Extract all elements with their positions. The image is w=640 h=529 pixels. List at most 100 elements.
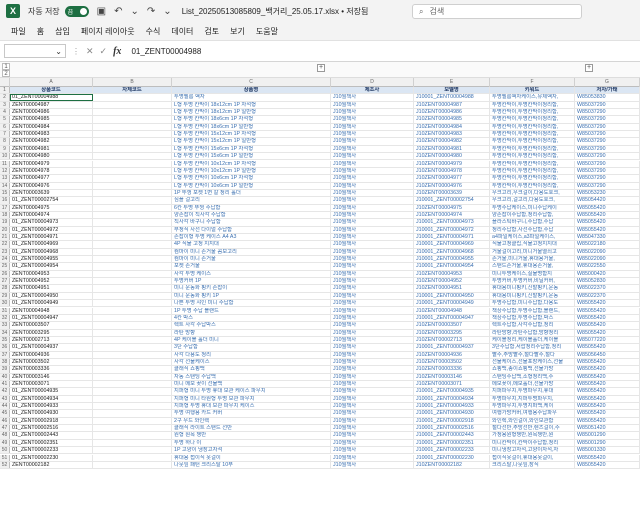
cell[interactable]: W85055420 — [575, 344, 640, 351]
cell[interactable]: L형 투명 칸막이 10x6cm 1P 자석형 — [172, 175, 331, 182]
cell[interactable] — [93, 109, 172, 116]
cell[interactable]: J10ZENT00002182 — [414, 461, 490, 469]
cell[interactable]: W85056450 — [575, 351, 640, 358]
cell[interactable]: J10월책사 — [331, 226, 414, 233]
column-header[interactable]: G — [575, 78, 640, 87]
cell[interactable] — [93, 241, 172, 248]
redo-icon[interactable]: ↷ — [147, 6, 155, 17]
cell[interactable]: J10월책사 — [331, 94, 414, 101]
cell[interactable]: J10ZENT00004978 — [414, 167, 490, 175]
cell[interactable] — [93, 381, 172, 388]
row-number[interactable]: 48 — [0, 432, 10, 439]
cell[interactable]: J10월책사 — [331, 145, 414, 153]
cell[interactable]: J10ZENT00004985 — [414, 116, 490, 123]
row-number[interactable]: 18 — [0, 211, 10, 219]
cell[interactable]: 키워드 — [490, 87, 575, 94]
cell[interactable] — [93, 160, 172, 167]
cell[interactable]: 1P 뚜껑 포켓 1면 칼 정리 홀더 — [172, 189, 331, 197]
cell[interactable]: 미니 운동화 핑키 1P — [172, 292, 331, 300]
cell[interactable]: W85055420 — [575, 314, 640, 322]
cell[interactable]: 01_ZENT00002233 — [10, 447, 93, 454]
cell[interactable]: J10월책사 — [331, 116, 414, 123]
cell[interactable]: W85055420 — [575, 388, 640, 395]
cell[interactable]: J10월책사 — [331, 403, 414, 410]
cell[interactable]: 01_ZENT00004950 — [10, 292, 93, 300]
cell[interactable]: 지퍼형 미니 타원형 투명 보관 파우치 — [172, 395, 331, 403]
cell[interactable]: 01_ZENT00004954 — [10, 263, 93, 270]
cell[interactable]: 거울걸이고리,미니거울열쇠고 — [490, 248, 575, 256]
cell[interactable]: W85022370 — [575, 285, 640, 292]
cell[interactable]: 가정용원형쟁반,원목쟁반,원 — [490, 432, 575, 439]
ribbon-tab[interactable]: 홈 — [37, 26, 44, 37]
cell[interactable]: W85055420 — [575, 300, 640, 307]
cell[interactable]: 01_ZENT00004934 — [10, 395, 93, 403]
row-number[interactable]: 47 — [0, 425, 10, 432]
cell[interactable]: J10월책사 — [331, 410, 414, 417]
cell[interactable]: 2구 우드 와인렉 — [172, 417, 331, 425]
cell[interactable]: 미니 운동화 핑키 손잡이 — [172, 285, 331, 292]
cell[interactable]: ZENT00003071 — [10, 381, 93, 388]
cell[interactable]: 투명칸막이,투명칸막이정리함, — [490, 123, 575, 131]
cell[interactable]: J10ZENT00004979 — [414, 160, 490, 167]
cell[interactable]: J10월책사 — [331, 278, 414, 285]
cell[interactable]: 모델명 — [414, 87, 490, 94]
cell[interactable]: L형 투명 칸막이 10x6cm 1P 일반형 — [172, 182, 331, 189]
cell[interactable]: 철다선반,주방선반,렌즈걸이,수 — [490, 425, 575, 432]
cell[interactable]: 심플 걸고리 — [172, 197, 331, 204]
cell[interactable]: ZENT00004987 — [10, 101, 93, 109]
cell[interactable]: 01_ZENT00002351 — [10, 439, 93, 447]
cell[interactable]: J10월책사 — [331, 381, 414, 388]
cell[interactable]: J10ZENT00003639 — [414, 189, 490, 197]
cell[interactable]: J10001_ZENT00004933 — [414, 403, 490, 410]
cell[interactable]: J10001_ZENT00004955 — [414, 256, 490, 263]
cell[interactable] — [93, 322, 172, 329]
cell[interactable]: J10월책사 — [331, 447, 414, 454]
cell[interactable] — [93, 248, 172, 256]
cell[interactable]: 라탄 방향 — [172, 329, 331, 336]
row-number[interactable]: 38 — [0, 358, 10, 366]
cell[interactable]: J10월책사 — [331, 160, 414, 167]
cell[interactable]: J10월책사 — [331, 329, 414, 336]
cell[interactable]: 제조사 — [331, 87, 414, 94]
cell[interactable]: 상품명 — [172, 87, 331, 94]
chevron-down-icon[interactable]: ⌄ — [55, 47, 62, 56]
cell[interactable]: 01_ZENT00002443 — [10, 432, 93, 439]
ribbon-tab[interactable]: 검토 — [204, 26, 219, 37]
cell[interactable]: J10ZENT00004974 — [414, 211, 490, 219]
cell[interactable]: J10ZENT00004983 — [414, 131, 490, 138]
cell[interactable]: 부정식 사선 다이얼 수납함 — [172, 226, 331, 233]
cell[interactable] — [93, 417, 172, 425]
ribbon-tab[interactable]: 페이지 레이아웃 — [81, 26, 135, 37]
undo-icon[interactable]: ↶ — [114, 6, 122, 17]
cell[interactable]: J10001_ZENT00002516 — [414, 425, 490, 432]
cell[interactable]: 나쁜 투명 샤인 미니 수납함 — [172, 300, 331, 307]
cell[interactable]: ZENT00004983 — [10, 131, 93, 138]
cell[interactable]: 01_ZENT00002754 — [10, 197, 93, 204]
cell[interactable]: W85054420 — [575, 197, 640, 204]
cell[interactable]: ZENT00004978 — [10, 167, 93, 175]
outline-expand-button[interactable]: + — [585, 64, 593, 72]
cell[interactable]: 4칸 박스 — [172, 314, 331, 322]
cell[interactable]: W85077220 — [575, 336, 640, 344]
cell[interactable]: W85037290 — [575, 153, 640, 160]
row-number[interactable]: 34 — [0, 329, 10, 336]
cell[interactable] — [93, 351, 172, 358]
cell[interactable]: J10월책사 — [331, 109, 414, 116]
cell[interactable]: 투명칸막이,투명칸막이정리함, — [490, 131, 575, 138]
cell[interactable]: 쇼핑백,종이쇼핑백,선물가방 — [490, 366, 575, 373]
cell[interactable]: 투명파우치,지퍼투명파우치, — [490, 395, 575, 403]
cell[interactable] — [93, 263, 172, 270]
cell[interactable]: J10ZENT00004981 — [414, 145, 490, 153]
cell[interactable] — [93, 373, 172, 380]
cell[interactable]: 우크고리,우크걸이,다용도호크, — [490, 189, 575, 197]
cell[interactable]: ZENT00004985 — [10, 116, 93, 123]
row-number[interactable]: 25 — [0, 263, 10, 270]
cell[interactable]: J10월책사 — [331, 336, 414, 344]
cell[interactable] — [93, 366, 172, 373]
row-number[interactable]: 35 — [0, 336, 10, 344]
cell[interactable]: 01_ZENT00004935 — [10, 388, 93, 395]
cell[interactable]: W85052830 — [575, 278, 640, 285]
row-number[interactable]: 49 — [0, 439, 10, 447]
cancel-icon[interactable]: ✕ — [86, 46, 94, 57]
cell[interactable]: ZENT00004974 — [10, 211, 93, 219]
